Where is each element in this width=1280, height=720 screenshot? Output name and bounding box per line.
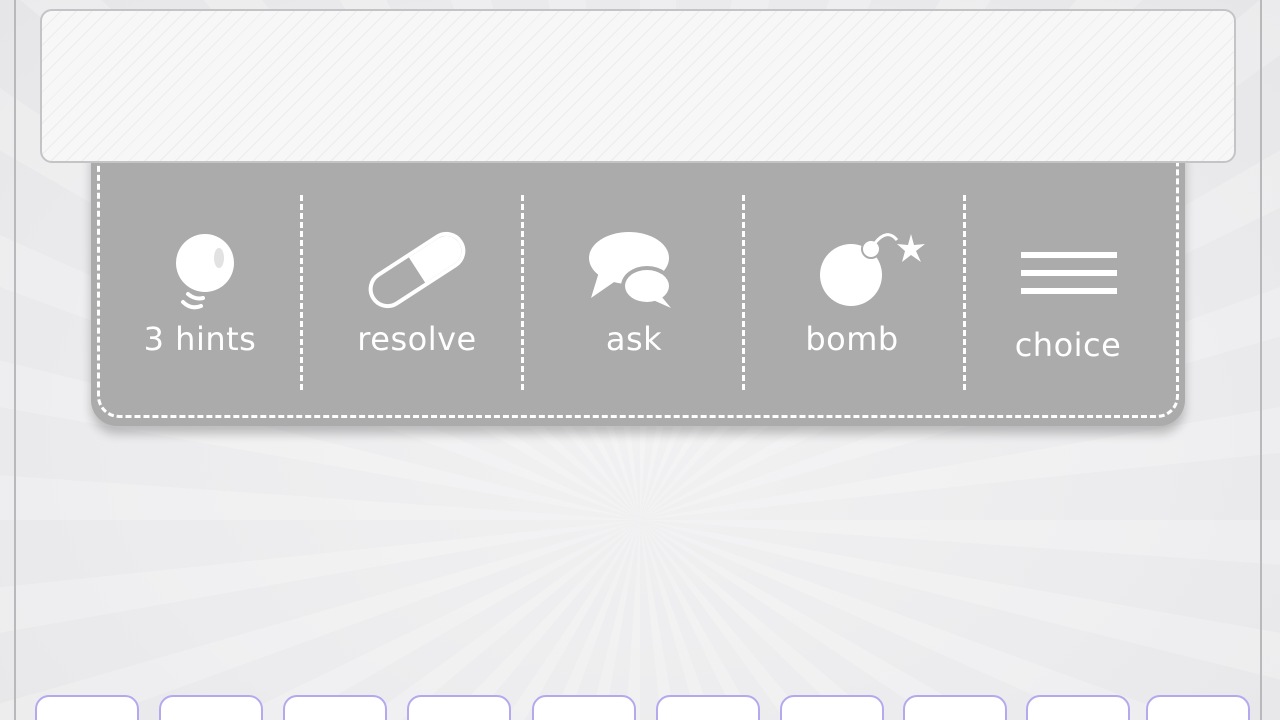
menu-lines-icon [1021, 252, 1117, 294]
letter-tile[interactable] [283, 695, 387, 720]
letter-tile[interactable] [1026, 695, 1130, 720]
pill-icon [368, 231, 466, 309]
resolve-label: resolve [357, 320, 477, 358]
toolbar-divider [742, 195, 745, 390]
resolve-button[interactable]: resolve [312, 210, 522, 380]
answer-area [40, 9, 1236, 163]
letter-tile[interactable] [35, 695, 139, 720]
speech-bubbles-icon [589, 232, 673, 308]
letter-tile[interactable] [159, 695, 263, 720]
letter-tile[interactable] [656, 695, 760, 720]
ask-label: ask [605, 320, 663, 358]
letter-tile[interactable] [780, 695, 884, 720]
letter-tile[interactable] [407, 695, 511, 720]
letter-tiles-row [0, 695, 1280, 720]
lightbulb-icon [176, 234, 234, 310]
hints-label: 3 hints [143, 320, 257, 358]
ask-button[interactable]: ask [529, 210, 739, 380]
letter-tile[interactable] [903, 695, 1007, 720]
bomb-button[interactable]: bomb [747, 210, 957, 380]
choice-button[interactable]: choice [963, 210, 1173, 380]
letter-tile[interactable] [1146, 695, 1250, 720]
letter-tile[interactable] [532, 695, 636, 720]
choice-label: choice [1014, 326, 1122, 364]
bomb-icon [820, 233, 925, 306]
bomb-label: bomb [805, 320, 899, 358]
hints-button[interactable]: 3 hints [95, 210, 305, 380]
powerup-toolbar: 3 hints resolve ask bomb choice [91, 144, 1185, 426]
